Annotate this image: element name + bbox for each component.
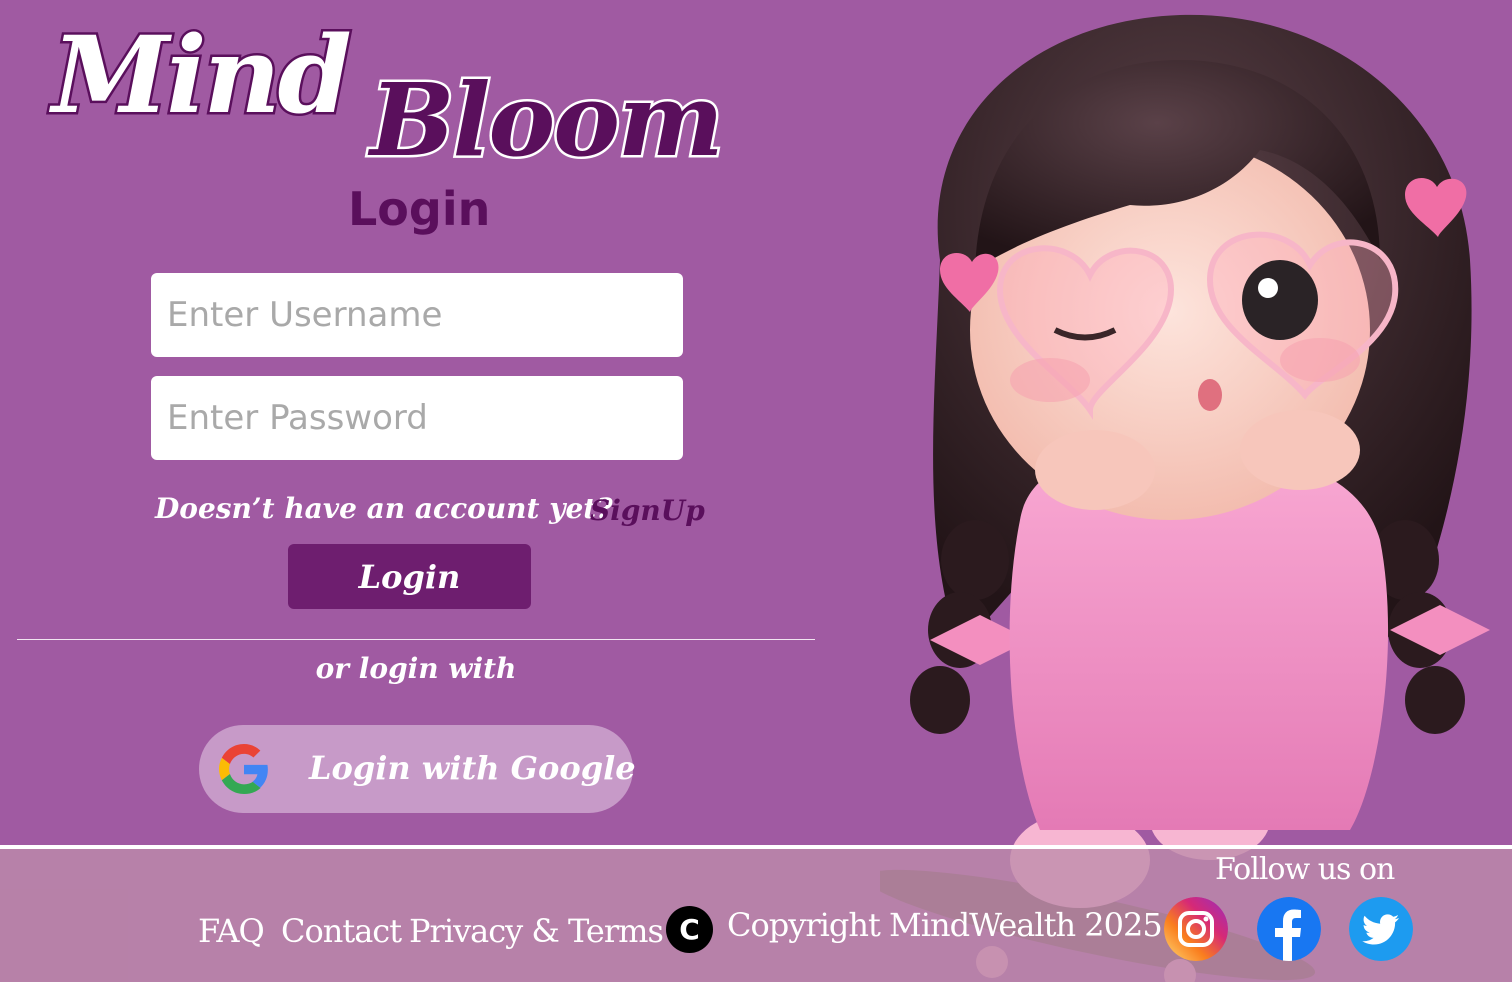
girl-illustration <box>880 14 1490 982</box>
instagram-icon[interactable] <box>1164 897 1228 961</box>
logo-bloom: Bloom <box>368 61 727 179</box>
password-input[interactable] <box>151 376 683 460</box>
signup-link[interactable]: SignUp <box>590 494 705 527</box>
google-login-button[interactable]: Login with Google <box>199 725 636 813</box>
google-login-label: Login with Google <box>309 749 636 787</box>
divider <box>17 639 815 640</box>
alt-login-text: or login with <box>315 652 517 685</box>
login-button[interactable]: Login <box>288 544 531 609</box>
copyright-icon: C <box>666 906 713 953</box>
google-icon <box>219 744 268 794</box>
logo-mind: Mind <box>50 12 355 137</box>
twitter-icon[interactable] <box>1349 897 1413 961</box>
page-title: Login <box>348 182 491 236</box>
footer-link-faq[interactable]: FAQ <box>198 912 265 950</box>
signup-prompt: Doesn’t have an account yet? <box>155 492 613 525</box>
footer-link-privacy-terms[interactable]: Privacy & Terms <box>409 912 664 950</box>
copyright-text: Copyright MindWealth 2025 <box>727 906 1163 944</box>
username-input[interactable] <box>151 273 683 357</box>
follow-us-label: Follow us on <box>1215 852 1395 887</box>
footer-link-contact[interactable]: Contact <box>281 912 402 950</box>
facebook-icon[interactable] <box>1257 897 1321 961</box>
